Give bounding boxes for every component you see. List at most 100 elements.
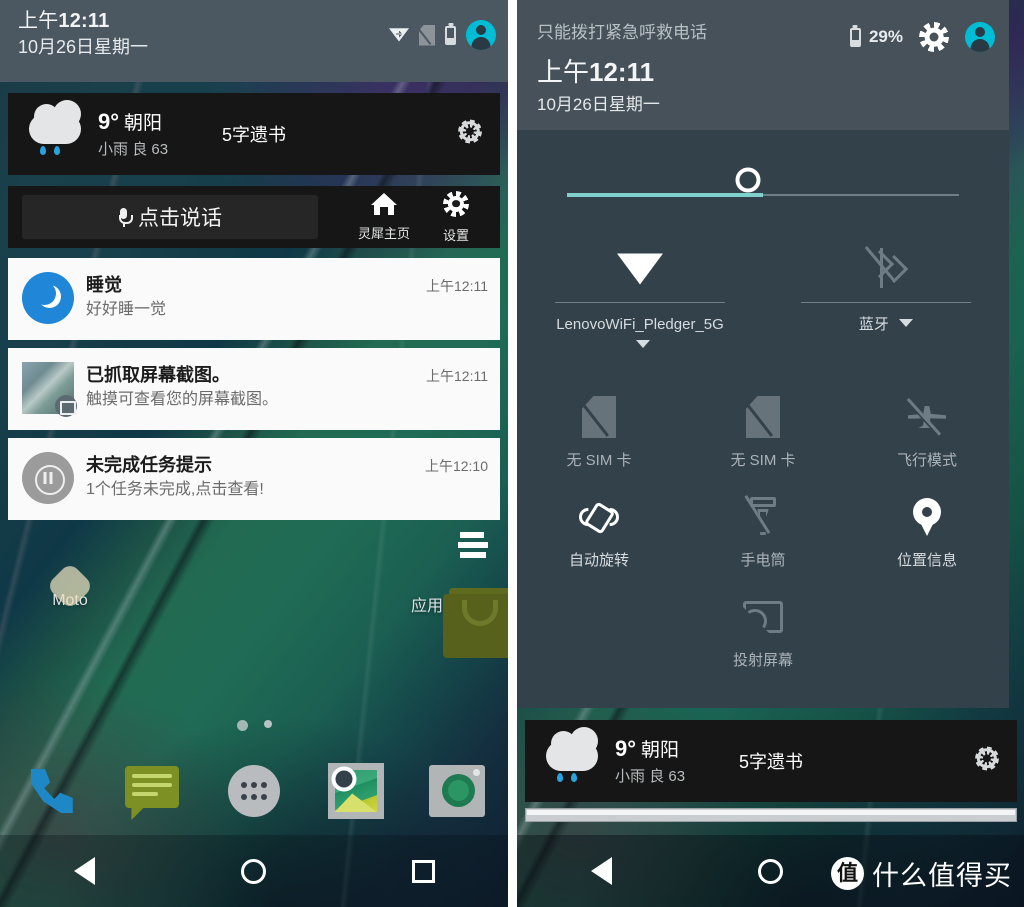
dock-item-camera[interactable] [406, 765, 508, 817]
voice-action-settings-label: 设置 [442, 227, 469, 243]
notification-row[interactable]: 已抓取屏幕截图。 触摸可查看您的屏幕截图。 上午12:11 [8, 348, 500, 430]
notification-text: 好好睡一觉 [86, 301, 167, 318]
qs-tile-airplane-mode[interactable]: 飞行模式 [845, 380, 1009, 480]
microphone-icon [118, 207, 133, 227]
voice-prompt-label: 点击说话 [138, 207, 222, 230]
notification-time: 上午12:11 [426, 368, 488, 384]
right-weather-widget[interactable]: 9° 朝阳 小雨 良 63 5字遗书 [525, 720, 1017, 802]
notification-title: 睡觉 [86, 275, 122, 295]
right-status-icons: 29% [849, 22, 995, 52]
scrollbar[interactable] [525, 808, 1017, 822]
quick-settings-panel: LenovoWiFi_Pledger_5G 蓝牙 无 SIM 卡 无 SIM 卡… [517, 130, 1009, 708]
moon-icon [22, 272, 74, 324]
page-dot[interactable] [263, 720, 272, 728]
notification-row[interactable]: 睡觉 好好睡一觉 上午12:11 [8, 258, 500, 340]
notification-title: 未完成任务提示 [86, 455, 212, 475]
nav-home-button[interactable] [686, 858, 855, 884]
voice-action-home-label: 灵犀主页 [357, 225, 410, 241]
qs-tile-wifi[interactable]: LenovoWiFi_Pledger_5G [517, 240, 763, 360]
airplane-mode-icon [845, 394, 1009, 440]
notification-body: 睡觉 好好睡一觉 [86, 272, 426, 321]
auto-rotate-icon [517, 494, 681, 540]
right-weather-headline[interactable]: 5字遗书 [525, 748, 1017, 774]
voice-action-home[interactable]: 灵犀主页 [348, 192, 420, 242]
dock-item-phone[interactable] [0, 763, 102, 819]
qs-tile-label: 自动旋转 [568, 552, 629, 569]
no-sim-icon [681, 394, 845, 440]
right-phone-screen: 只能拨打紧急呼救电话 上午12:11 10月26日星期一 29% LenovoW… [517, 0, 1024, 907]
voice-input-button[interactable]: 点击说话 [22, 195, 318, 239]
divider [555, 302, 725, 303]
screenshot-root: 上午12:11 10月26日星期一 9° 朝阳 小雨 良 63 5字遗书 点击说… [0, 0, 1024, 907]
phone-icon [23, 763, 79, 819]
qs-bluetooth-text: 蓝牙 [858, 316, 889, 333]
nav-home-button[interactable] [169, 858, 338, 884]
qs-tile-sim2[interactable]: 无 SIM 卡 [681, 380, 845, 480]
gear-icon[interactable] [919, 22, 949, 52]
dock-item-gallery[interactable] [305, 763, 407, 819]
pause-icon [22, 452, 74, 504]
left-clock-value: 12:11 [58, 10, 110, 32]
left-phone-screen: 上午12:11 10月26日星期一 9° 朝阳 小雨 良 63 5字遗书 点击说… [0, 0, 508, 907]
user-avatar-icon[interactable] [466, 20, 496, 50]
qs-tile-cast-screen[interactable]: 投射屏幕 [681, 580, 845, 680]
quick-settings-tiles: 无 SIM 卡 无 SIM 卡 飞行模式 自动旋转 手电筒 位置信息 投射屏幕 [517, 380, 1009, 680]
widget-stack-icon[interactable] [448, 532, 488, 558]
watermark-logo: 值 [831, 857, 864, 890]
qs-tile-sim1[interactable]: 无 SIM 卡 [517, 380, 681, 480]
left-weather-settings-button[interactable] [458, 120, 482, 149]
qs-tile-label: 投射屏幕 [732, 652, 793, 669]
chevron-down-icon[interactable] [636, 340, 650, 348]
notification-body: 已抓取屏幕截图。 触摸可查看您的屏幕截图。 [86, 362, 426, 411]
brightness-slider[interactable] [567, 192, 959, 198]
cast-screen-icon [681, 594, 845, 640]
messages-icon [123, 762, 181, 820]
notification-text: 1个任务未完成,点击查看! [86, 481, 264, 498]
user-avatar-icon[interactable] [965, 22, 995, 52]
dock-item-messages[interactable] [102, 762, 204, 820]
wifi-arrows-icon [389, 27, 409, 44]
notification-title: 已抓取屏幕截图。 [86, 365, 230, 385]
qs-tile-label: 无 SIM 卡 [566, 452, 632, 469]
left-status-icons [389, 20, 496, 50]
notification-row[interactable]: 未完成任务提示 1个任务未完成,点击查看! 上午12:10 [8, 438, 500, 520]
qs-tile-row: 投射屏幕 [517, 580, 1009, 680]
quick-settings-dual-row: LenovoWiFi_Pledger_5G 蓝牙 [517, 240, 1009, 360]
left-status-header: 上午12:11 10月26日星期一 [0, 0, 508, 82]
left-clock-prefix: 上午 [18, 10, 59, 32]
gallery-icon [327, 763, 384, 819]
voice-action-settings[interactable]: 设置 [420, 191, 492, 244]
gear-icon [975, 747, 999, 771]
dock-item-all-apps[interactable] [203, 765, 305, 817]
qs-tile-label: 无 SIM 卡 [730, 452, 796, 469]
bluetooth-off-icon [763, 240, 1009, 296]
back-icon [591, 857, 612, 885]
right-clock: 上午12:11 [537, 55, 1009, 89]
back-icon [74, 857, 96, 885]
camera-icon [429, 765, 486, 817]
qs-tile-flashlight[interactable]: 手电筒 [681, 480, 845, 580]
qs-tile-bluetooth[interactable]: 蓝牙 [763, 240, 1009, 360]
recents-icon [411, 859, 435, 883]
left-weather-headline[interactable]: 5字遗书 [8, 121, 500, 147]
qs-tile-auto-rotate[interactable]: 自动旋转 [517, 480, 681, 580]
qs-tile-bluetooth-label: 蓝牙 [763, 314, 1009, 335]
qs-tile-location[interactable]: 位置信息 [845, 480, 1009, 580]
left-nav-bar [0, 835, 508, 907]
qs-tile-row: 无 SIM 卡 无 SIM 卡 飞行模式 [517, 380, 1009, 480]
chevron-down-icon[interactable] [899, 319, 914, 327]
page-dot-active[interactable] [236, 720, 248, 731]
nav-recents-button[interactable] [339, 859, 508, 883]
notification-text: 触摸可查看您的屏幕截图。 [86, 391, 279, 408]
right-weather-settings-button[interactable] [975, 747, 999, 776]
right-date: 10月26日星期一 [537, 95, 660, 114]
location-icon [845, 494, 1009, 540]
slider-knob[interactable] [748, 180, 778, 210]
gear-icon [443, 191, 469, 217]
app-icon-app-store[interactable]: 应用中心 [388, 586, 508, 658]
battery-percent-label: 29% [868, 27, 903, 46]
nav-back-button[interactable] [517, 857, 686, 885]
left-weather-widget[interactable]: 9° 朝阳 小雨 良 63 5字遗书 [8, 93, 500, 175]
nav-back-button[interactable] [0, 857, 169, 885]
app-icon-moto[interactable]: Moto [15, 586, 125, 610]
